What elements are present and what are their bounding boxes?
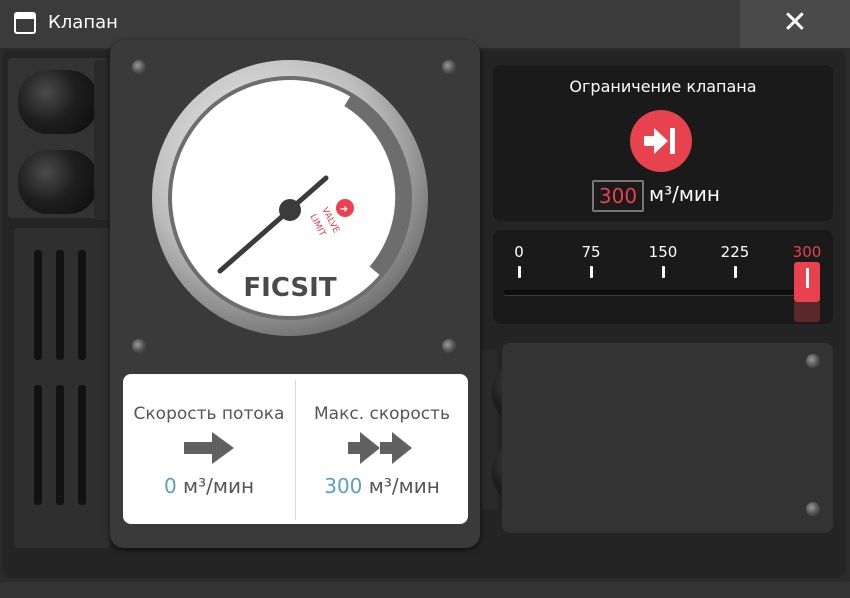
valve-limit-button[interactable]: [630, 110, 692, 172]
max-flow-value: 300 м³/мин: [324, 474, 440, 498]
slider-tick-label: 0: [514, 243, 524, 261]
window-icon: [14, 12, 36, 34]
pipe-collar-left: [94, 60, 110, 220]
slider-tick: [662, 266, 665, 278]
screw: [132, 60, 146, 74]
vent-slot: [78, 250, 86, 360]
vent-slot: [56, 250, 64, 360]
arrow-right-icon: [184, 432, 234, 464]
slider-tick: [518, 266, 521, 278]
max-flow-label: Макс. скорость: [314, 404, 450, 424]
pipe-left-bottom: [18, 150, 98, 214]
double-arrow-right-icon: [348, 432, 412, 464]
gauge-hub: [279, 199, 301, 221]
slider-handle-glow: [794, 302, 820, 322]
vent-slot: [34, 385, 42, 505]
slider-tick-label: 150: [648, 243, 678, 261]
valve-limit-unit: м³/мин: [649, 182, 721, 206]
close-icon: ✕: [782, 5, 808, 40]
info-divider: [295, 380, 296, 520]
gauge-logo: FICSIT: [243, 273, 336, 303]
screw: [806, 502, 820, 516]
bottom-strip: [0, 582, 850, 598]
screw: [132, 339, 146, 353]
close-button[interactable]: ✕: [740, 0, 850, 48]
current-flow-label: Скорость потока: [133, 404, 285, 424]
pipe-left-top: [18, 70, 98, 134]
valve-limit-input[interactable]: [592, 180, 644, 212]
slider-track[interactable]: [504, 290, 820, 295]
vent-slot: [78, 385, 86, 505]
slider-tick: [590, 266, 593, 278]
lower-right-panel: [502, 343, 833, 533]
svg-text:➔: ➔: [340, 204, 348, 215]
screw: [806, 354, 820, 368]
slider-tick-label: 225: [720, 243, 750, 261]
vent-slot: [56, 385, 64, 505]
valve-limit-icon: [644, 128, 675, 154]
slider-handle-grip: [806, 268, 809, 288]
screw: [442, 60, 456, 74]
screw: [442, 339, 456, 353]
slider-tick-label: 75: [581, 243, 601, 261]
vent-slot: [34, 250, 42, 360]
window-title: Клапан: [48, 12, 118, 33]
svg-text:FICSIT: FICSIT: [243, 273, 336, 303]
slider-tick: [734, 266, 737, 278]
flow-gauge: FICSIT ➔ VALVE LIMIT: [152, 60, 428, 336]
slider-tick-label: 300: [792, 243, 822, 261]
valve-limit-title: Ограничение клапана: [569, 77, 757, 96]
current-flow-value: 0 м³/мин: [163, 474, 255, 498]
